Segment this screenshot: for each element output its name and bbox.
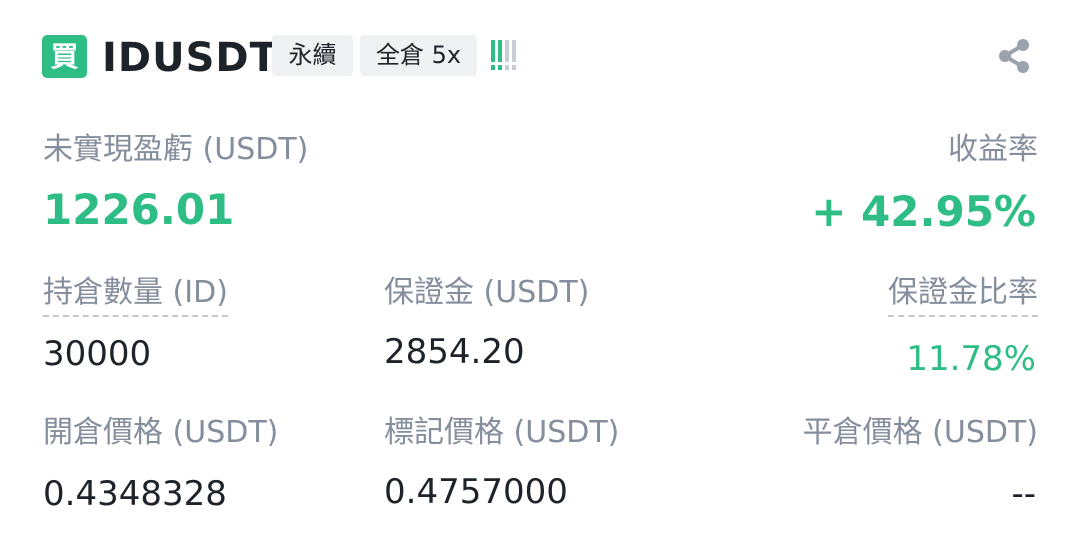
mark-price-value: 0.4757000 <box>384 472 568 512</box>
roe-value: + 42.95% <box>811 187 1036 236</box>
position-size-value: 30000 <box>43 334 152 374</box>
margin-mode-tag[interactable]: 全倉 5x <box>360 35 477 76</box>
margin-value: 2854.20 <box>384 332 525 372</box>
position-size-label[interactable]: 持倉數量 (ID) <box>43 273 228 317</box>
risk-level-bars-icon <box>491 40 516 70</box>
roe-label: 收益率 <box>948 132 1038 167</box>
unrealized-pnl-value: 1226.01 <box>43 185 235 234</box>
entry-price-label: 開倉價格 (USDT) <box>43 415 279 450</box>
liquidation-price-value: -- <box>1011 474 1036 514</box>
buy-side-badge: 買 <box>42 35 87 78</box>
margin-label: 保證金 (USDT) <box>384 275 590 310</box>
margin-ratio-label[interactable]: 保證金比率 <box>888 273 1038 317</box>
margin-ratio-value: 11.78% <box>906 339 1036 379</box>
entry-price-value: 0.4348328 <box>43 474 227 514</box>
symbol-title[interactable]: IDUSDT <box>102 32 278 84</box>
mark-price-label: 標記價格 (USDT) <box>384 415 620 450</box>
liquidation-price-label: 平倉價格 (USDT) <box>802 415 1038 450</box>
unrealized-pnl-label: 未實現盈虧 (USDT) <box>43 132 309 167</box>
share-icon[interactable] <box>994 36 1034 76</box>
contract-type-tag: 永續 <box>272 35 353 76</box>
